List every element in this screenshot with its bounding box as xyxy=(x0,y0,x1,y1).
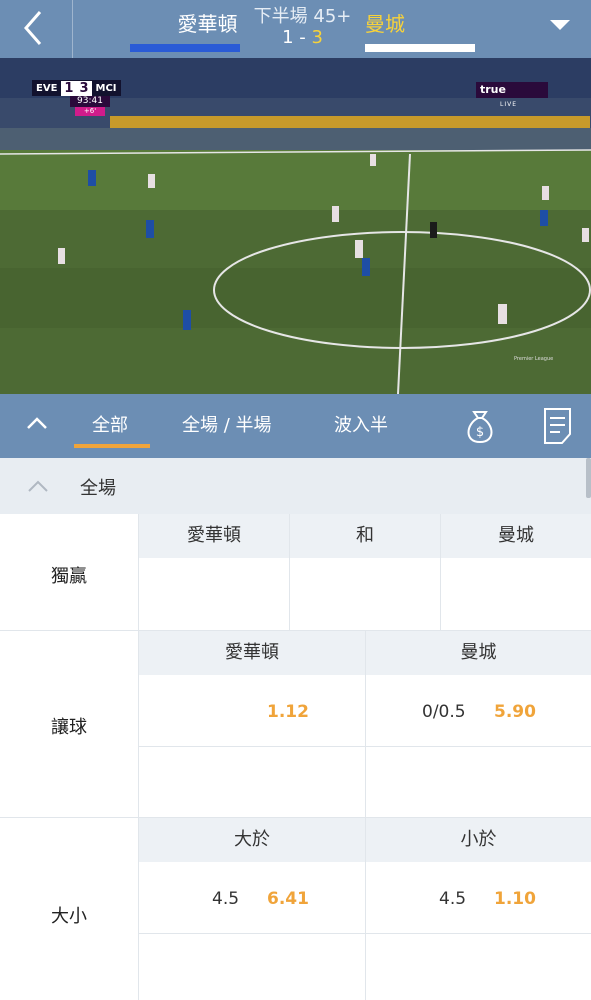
divider xyxy=(289,514,290,631)
odds-value: 1.10 xyxy=(494,889,536,909)
back-arrow-icon xyxy=(24,11,42,45)
broadcast-scoreboard: EVE 1 3 MCI xyxy=(32,80,121,96)
odds-value: 6.41 xyxy=(267,889,309,909)
odds-value: 1.12 xyxy=(267,702,309,722)
odds-cell-away[interactable]: 0/0.5 5.90 xyxy=(366,676,591,746)
back-button[interactable] xyxy=(0,0,73,58)
total-line: 4.5 xyxy=(212,889,240,909)
odds-value: 5.90 xyxy=(494,702,536,722)
col-head-under: 小於 xyxy=(366,818,591,862)
active-tab-indicator xyxy=(74,444,150,448)
divider xyxy=(139,746,591,747)
svg-text:$: $ xyxy=(476,425,484,440)
odds-cell-away[interactable] xyxy=(441,559,591,631)
col-head-away: 曼城 xyxy=(366,631,591,675)
home-abbr: EVE xyxy=(36,82,58,94)
away-team-color-bar xyxy=(365,44,475,52)
odds-cell-home[interactable] xyxy=(139,559,289,631)
divider xyxy=(365,631,366,818)
divider xyxy=(139,933,591,934)
bet-slip-icon[interactable] xyxy=(540,406,576,446)
market-name: 讓球 xyxy=(51,717,87,738)
odds-cell-empty[interactable] xyxy=(366,747,591,817)
odds-cell-under[interactable]: 4.5 1.10 xyxy=(366,863,591,933)
section-header[interactable]: 全場 xyxy=(0,458,591,514)
col-head-draw: 和 xyxy=(290,514,440,558)
tab-odd-even[interactable]: 波入半 xyxy=(334,411,388,437)
odds-cell-empty[interactable] xyxy=(139,934,365,1000)
tab-all[interactable]: 全部 xyxy=(92,411,128,437)
video-home-score: 1 xyxy=(61,80,77,96)
divider xyxy=(138,514,139,631)
divider xyxy=(365,818,366,1000)
live-video-player[interactable]: EVE 1 3 MCI 93:41 +6' true LIVE Premier … xyxy=(0,58,591,394)
handicap-line: 0/0.5 xyxy=(422,702,466,722)
money-bag-icon[interactable]: $ xyxy=(460,406,500,446)
odds-cell-home[interactable]: 1.12 xyxy=(139,676,365,746)
league-watermark: Premier League xyxy=(514,356,554,362)
col-head-home: 愛華頓 xyxy=(139,514,289,558)
scrollbar[interactable] xyxy=(586,458,591,498)
video-away-score: 3 xyxy=(76,80,92,96)
broadcaster-logo: true xyxy=(476,82,548,98)
market-win: 獨贏 愛華頓 和 曼城 xyxy=(0,514,591,631)
bet-tabs: 全部 全場 / 半場 波入半 $ xyxy=(0,394,591,458)
odds-cell-over[interactable]: 4.5 6.41 xyxy=(139,863,365,933)
live-indicator: LIVE xyxy=(500,101,518,108)
chevron-up-icon[interactable] xyxy=(26,478,50,494)
video-clock: 93:41 xyxy=(70,96,110,107)
away-score: 3 xyxy=(311,27,323,48)
odds-cell-empty[interactable] xyxy=(366,934,591,1000)
home-team-color-bar xyxy=(130,44,240,52)
divider xyxy=(440,514,441,631)
col-head-over: 大於 xyxy=(139,818,365,862)
dropdown-caret-icon[interactable] xyxy=(548,18,572,32)
section-title: 全場 xyxy=(80,478,116,499)
score-separator: - xyxy=(299,27,306,48)
market-name: 大小 xyxy=(51,906,87,927)
odds-cell-draw[interactable] xyxy=(290,559,440,631)
added-time: +6' xyxy=(75,107,105,116)
odds-cell-empty[interactable] xyxy=(139,747,365,817)
tab-full-half[interactable]: 全場 / 半場 xyxy=(182,411,272,437)
market-total: 大小 大於 小於 4.5 6.41 4.5 1.10 xyxy=(0,818,591,1000)
match-period: 下半場 45+ xyxy=(253,6,352,27)
col-head-home: 愛華頓 xyxy=(139,631,365,675)
col-head-away: 曼城 xyxy=(441,514,591,558)
total-line: 4.5 xyxy=(439,889,467,909)
match-header: 愛華頓 下半場 45+ 1 - 3 曼城 xyxy=(0,0,591,58)
match-score: 1 - 3 xyxy=(250,27,355,48)
chevron-up-icon[interactable] xyxy=(22,408,52,438)
market-name: 獨贏 xyxy=(51,566,87,587)
divider xyxy=(138,818,139,1000)
market-handicap: 讓球 愛華頓 曼城 1.12 0/0.5 5.90 xyxy=(0,631,591,818)
home-score: 1 xyxy=(282,27,294,48)
divider xyxy=(138,631,139,818)
home-team-name: 愛華頓 xyxy=(177,12,238,36)
away-abbr: MCI xyxy=(95,82,117,94)
away-team-name: 曼城 xyxy=(365,12,405,36)
